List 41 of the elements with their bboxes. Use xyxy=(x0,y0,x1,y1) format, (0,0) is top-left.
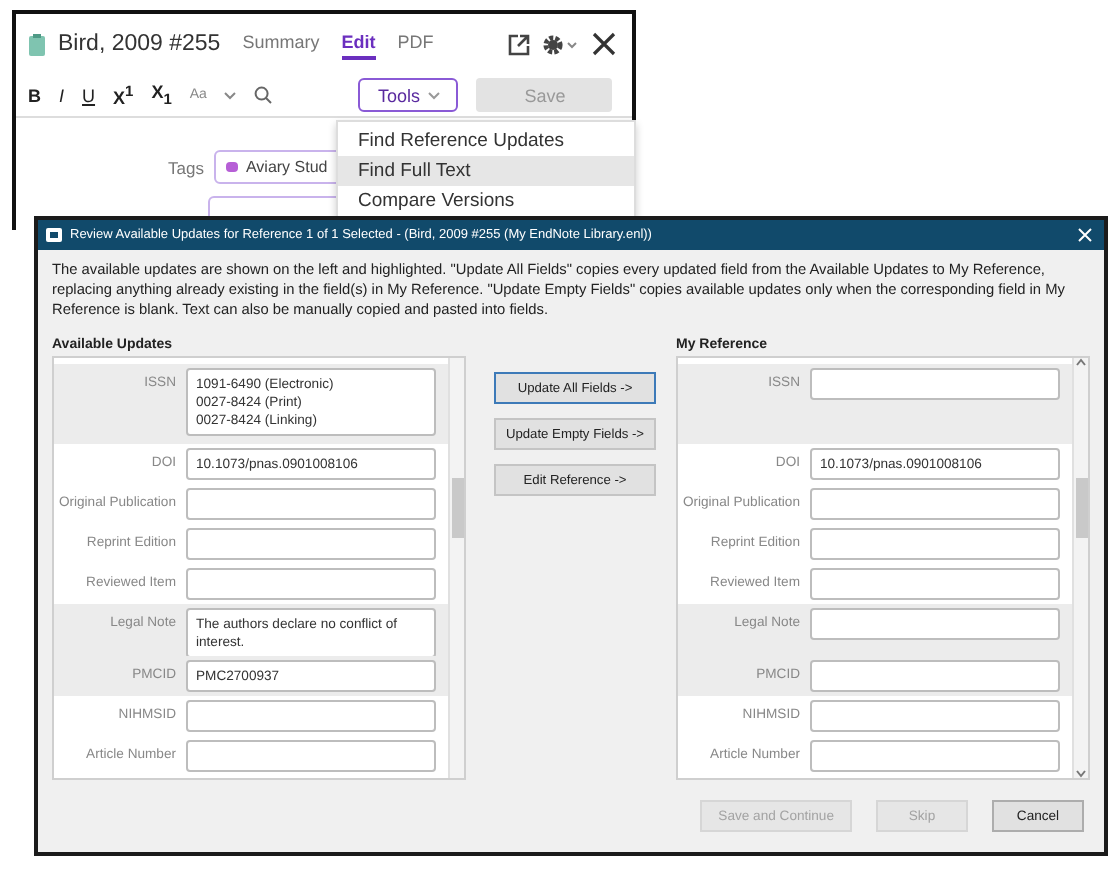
input-field[interactable] xyxy=(810,488,1060,521)
input-field[interactable] xyxy=(810,568,1060,601)
clipboard-icon xyxy=(28,33,46,55)
window-title: Bird, 2009 #255 xyxy=(58,32,221,56)
scroll-thumb[interactable] xyxy=(1075,478,1087,539)
input-field[interactable] xyxy=(810,700,1060,733)
input-field[interactable] xyxy=(186,700,436,733)
gear-icon[interactable] xyxy=(542,33,580,55)
format-button[interactable]: B xyxy=(28,85,41,105)
format-button[interactable]: X$^{1}$ xyxy=(113,82,134,108)
input-field[interactable] xyxy=(810,608,1060,641)
caret-icon[interactable] xyxy=(224,91,237,99)
scroll-down-icon[interactable] xyxy=(1076,770,1086,779)
tab[interactable]: Edit xyxy=(341,28,376,60)
input-field[interactable] xyxy=(186,568,436,601)
format-button[interactable]: X$_{1}$ xyxy=(151,82,172,108)
scroll-up-icon[interactable] xyxy=(1076,358,1086,367)
format-button[interactable]: I xyxy=(59,85,65,105)
tags-label: Tags xyxy=(168,157,204,177)
tools-button[interactable]: Tools xyxy=(358,78,459,112)
search-icon[interactable] xyxy=(254,86,273,104)
close-icon[interactable] xyxy=(592,32,616,56)
scrollbar[interactable] xyxy=(448,358,464,779)
tab[interactable]: Summary xyxy=(242,28,320,60)
menu-item[interactable]: Find Reference Updates xyxy=(338,126,634,156)
tab[interactable]: PDF xyxy=(397,28,434,60)
menu-item[interactable]: Find Full Text xyxy=(338,156,634,186)
input-field[interactable] xyxy=(810,528,1060,561)
input-field[interactable] xyxy=(186,528,436,561)
external-link-icon[interactable] xyxy=(508,33,530,55)
caret-icon xyxy=(427,91,440,99)
app-icon xyxy=(46,228,62,242)
input-field[interactable] xyxy=(810,740,1060,773)
input-field[interactable] xyxy=(810,660,1060,693)
menu-item[interactable]: Compare Versions xyxy=(338,186,634,216)
input-field[interactable] xyxy=(186,740,436,773)
input-field[interactable] xyxy=(810,368,1060,401)
input-field[interactable] xyxy=(186,488,436,521)
scrollbar[interactable] xyxy=(1072,358,1088,779)
scroll-thumb[interactable] xyxy=(451,478,463,539)
format-button[interactable]: U xyxy=(82,85,96,105)
